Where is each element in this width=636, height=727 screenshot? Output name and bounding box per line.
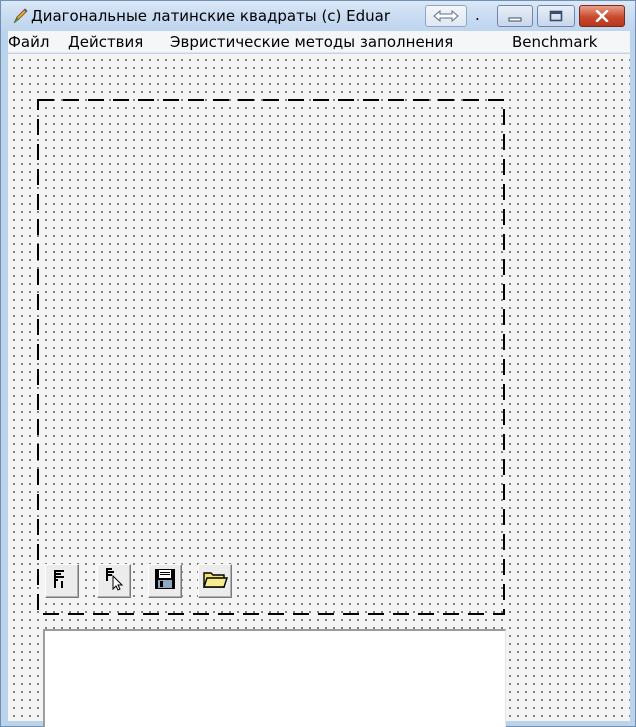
close-button[interactable] xyxy=(579,5,625,27)
open-button[interactable] xyxy=(198,564,232,598)
menu-heuristic-fill-methods[interactable]: Эвристические методы заполнения xyxy=(170,33,453,51)
app-pen-icon[interactable] xyxy=(11,7,29,25)
maximize-button[interactable] xyxy=(537,5,575,27)
menu-bar: Файл Действия Эвристические методы запол… xyxy=(8,31,630,53)
select-tool-button[interactable] xyxy=(97,564,131,598)
properties-icon xyxy=(51,568,73,594)
save-button[interactable] xyxy=(148,564,182,598)
menu-actions[interactable]: Действия xyxy=(68,33,143,51)
title-bar[interactable]: Диагональные латинские квадраты (c) Edua… xyxy=(1,1,635,31)
menu-file[interactable]: Файл xyxy=(8,33,49,51)
window-title: Диагональные латинские квадраты (c) Edua… xyxy=(31,7,391,25)
maximize-icon xyxy=(549,7,563,26)
select-pointer-icon xyxy=(103,567,125,595)
properties-button[interactable] xyxy=(45,564,79,598)
log-memo[interactable] xyxy=(43,629,506,727)
client-area xyxy=(8,54,630,727)
title-ellipsis: . xyxy=(475,6,480,24)
minimize-button[interactable] xyxy=(497,5,533,27)
save-disk-icon xyxy=(153,567,177,595)
double-arrow-icon xyxy=(433,7,459,26)
open-folder-icon xyxy=(202,568,228,594)
square-panel[interactable] xyxy=(36,98,508,618)
close-icon xyxy=(595,7,609,26)
menu-benchmark[interactable]: Benchmark xyxy=(512,33,597,51)
minimize-icon xyxy=(508,7,522,26)
app-window: Диагональные латинские квадраты (c) Edua… xyxy=(0,0,636,727)
resize-button[interactable] xyxy=(425,5,467,27)
